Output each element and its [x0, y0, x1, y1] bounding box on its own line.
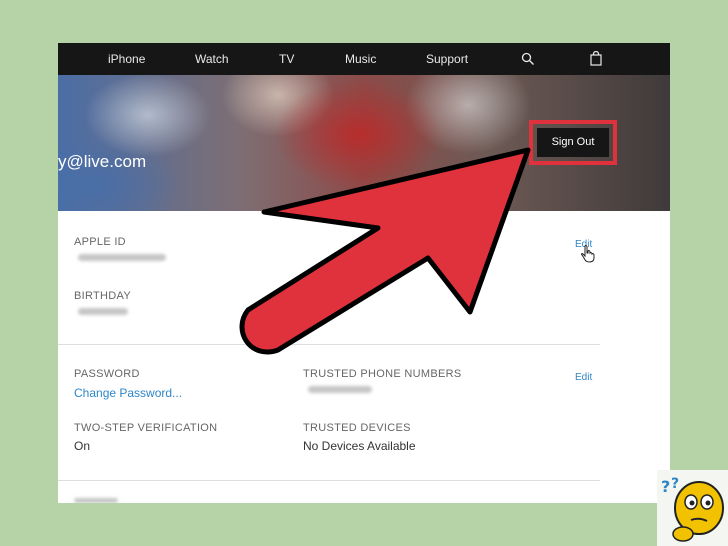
svg-text:?: ?	[671, 476, 679, 492]
thinking-emoji-icon: ? ?	[657, 470, 728, 546]
svg-text:?: ?	[661, 477, 670, 496]
red-arrow-pointer	[239, 147, 531, 355]
